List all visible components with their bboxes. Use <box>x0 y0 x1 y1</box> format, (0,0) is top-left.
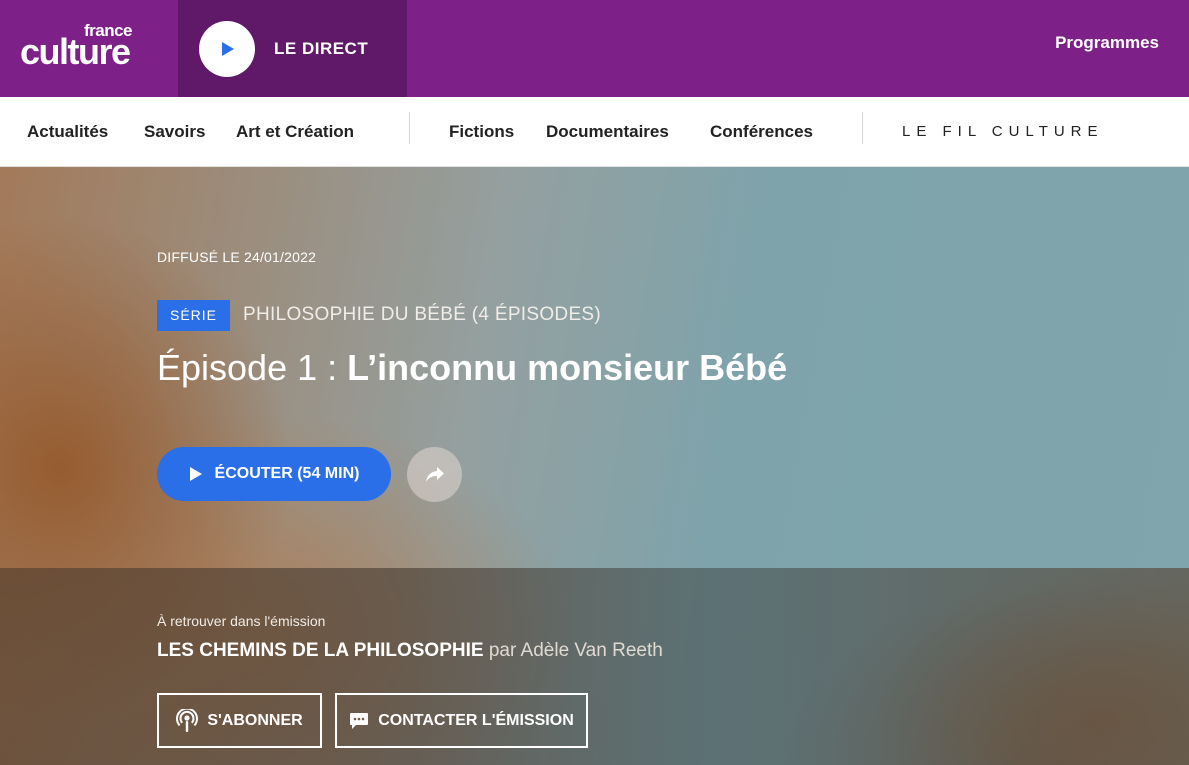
podcast-icon <box>176 708 199 733</box>
nav-item-actualites[interactable]: Actualités <box>27 122 108 142</box>
episode-title: Épisode 1 : L’inconnu monsieur Bébé <box>157 347 787 389</box>
listen-label: ÉCOUTER (54 MIN) <box>214 465 360 482</box>
play-icon <box>189 466 203 482</box>
play-icon <box>199 20 255 77</box>
nav-divider <box>862 112 863 144</box>
nav-divider <box>409 112 410 144</box>
france-culture-logo[interactable]: france culture <box>20 20 160 72</box>
main-nav: Actualités Savoirs Art et Création Ficti… <box>0 97 1189 167</box>
top-header: france culture LE DIRECT Programmes <box>0 0 1189 97</box>
share-button[interactable] <box>407 447 462 502</box>
emission-line: LES CHEMINS DE LA PHILOSOPHIE par Adèle … <box>157 640 663 662</box>
nav-item-art-et-creation[interactable]: Art et Création <box>236 122 354 142</box>
contact-emission-label: CONTACTER L'ÉMISSION <box>378 711 574 729</box>
fil-culture-link[interactable]: LE FIL CULTURE <box>902 123 1104 140</box>
episode-hero: DIFFUSÉ LE 24/01/2022 SÉRIE PHILOSOPHIE … <box>0 167 1189 765</box>
serie-title-link[interactable]: PHILOSOPHIE DU BÉBÉ (4 ÉPISODES) <box>243 304 601 326</box>
live-direct-label: LE DIRECT <box>274 38 369 58</box>
live-direct-button[interactable]: LE DIRECT <box>178 0 407 97</box>
programmes-link[interactable]: Programmes <box>1055 33 1159 53</box>
nav-item-conferences[interactable]: Conférences <box>710 122 813 142</box>
serie-badge[interactable]: SÉRIE <box>157 300 231 331</box>
logo-text-culture: culture <box>20 31 131 72</box>
emission-name-link[interactable]: LES CHEMINS DE LA PHILOSOPHIE <box>157 640 484 661</box>
listen-button[interactable]: ÉCOUTER (54 MIN) <box>157 447 391 501</box>
episode-number: Épisode 1 : <box>157 347 348 388</box>
subscribe-label: S'ABONNER <box>207 711 303 729</box>
contact-emission-button[interactable]: CONTACTER L'ÉMISSION <box>335 693 588 748</box>
nav-item-savoirs[interactable]: Savoirs <box>144 122 205 142</box>
share-icon <box>424 465 446 485</box>
nav-item-documentaires[interactable]: Documentaires <box>546 122 669 142</box>
episode-name: L’inconnu monsieur Bébé <box>347 347 788 388</box>
broadcast-date: DIFFUSÉ LE 24/01/2022 <box>157 249 317 265</box>
nav-item-fictions[interactable]: Fictions <box>449 122 514 142</box>
emission-author-link[interactable]: Adèle Van Reeth <box>521 640 663 661</box>
chat-icon <box>349 712 369 730</box>
emission-intro: À retrouver dans l'émission <box>157 613 326 629</box>
subscribe-button[interactable]: S'ABONNER <box>157 693 322 748</box>
emission-by: par <box>483 640 521 661</box>
